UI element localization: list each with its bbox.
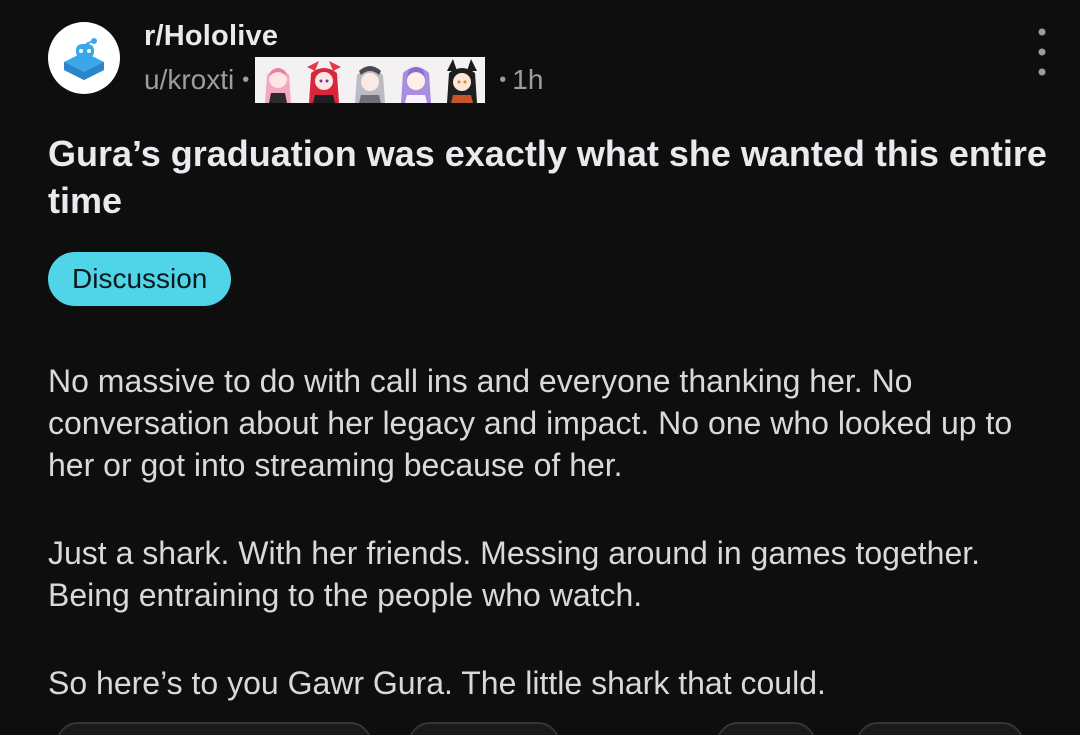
black-haired-fox-vtuber-icon bbox=[439, 57, 486, 103]
meta-separator: • bbox=[242, 68, 250, 91]
share-button-pill[interactable] bbox=[856, 722, 1024, 735]
silver-haired-vtuber-icon bbox=[347, 57, 394, 103]
award-button-pill[interactable] bbox=[716, 722, 816, 735]
vote-button-pill[interactable] bbox=[56, 722, 372, 735]
subreddit-name[interactable]: r/Hololive bbox=[144, 20, 278, 53]
post-title[interactable]: Gura’s graduation was exactly what she w… bbox=[48, 130, 1048, 224]
meta-separator-2: • bbox=[499, 68, 507, 91]
body-paragraph: So here’s to you Gawr Gura. The little s… bbox=[48, 665, 826, 701]
post-flair[interactable]: Discussion bbox=[48, 252, 232, 306]
post-body: No massive to do with call ins and every… bbox=[48, 360, 1058, 735]
subreddit-avatar[interactable] bbox=[48, 22, 120, 94]
comments-button-pill[interactable] bbox=[408, 722, 560, 735]
post-age: 1h bbox=[512, 64, 544, 95]
post-view: r/Hololive u/kroxti • • 1h Gura’s gradua… bbox=[0, 0, 1080, 735]
user-flair-icons bbox=[255, 57, 486, 103]
red-haired-vtuber-icon bbox=[301, 57, 348, 103]
post-header: r/Hololive u/kroxti • • 1h bbox=[48, 20, 1048, 103]
pink-haired-vtuber-icon bbox=[255, 57, 302, 103]
vertical-dots-icon[interactable] bbox=[1036, 26, 1048, 86]
body-paragraph: No massive to do with call ins and every… bbox=[48, 363, 1013, 483]
post-meta: u/kroxti • • 1h bbox=[144, 57, 544, 103]
author-name[interactable]: u/kroxti bbox=[144, 64, 234, 96]
body-paragraph: Just a shark. With her friends. Messing … bbox=[48, 535, 981, 613]
post-action-bar bbox=[0, 722, 1080, 735]
purple-haired-vtuber-icon bbox=[393, 57, 440, 103]
hololive-logo-icon bbox=[64, 38, 104, 80]
